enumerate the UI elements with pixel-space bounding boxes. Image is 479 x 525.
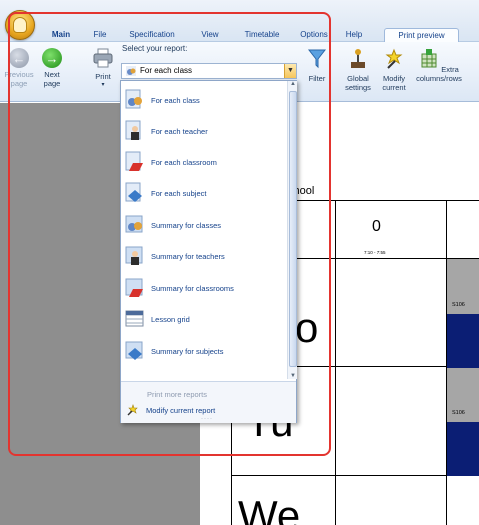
modify-current-report-button[interactable]: Modify current report (127, 404, 215, 416)
tab-file[interactable]: File (88, 28, 112, 42)
tab-main[interactable]: Main (44, 28, 78, 42)
lesson-grid-icon (125, 310, 144, 327)
report-option-lesson-grid[interactable]: Lesson grid (125, 305, 285, 333)
dropdown-footer: Print more reports Modify current report… (121, 381, 296, 423)
global-settings-button[interactable]: Global settings (342, 48, 374, 92)
day-label-monday: o (295, 304, 319, 351)
dropdown-scrollbar[interactable]: ▲ ▼ (287, 81, 297, 379)
report-select-value: For each class (140, 66, 193, 75)
report-option-summary-for-classrooms[interactable]: Summary for classrooms (125, 274, 285, 302)
print-label: Print (95, 72, 111, 81)
lesson-cell (447, 422, 479, 476)
arrow-right-icon: → (42, 48, 62, 68)
report-option-label: Summary for classes (151, 220, 222, 230)
ribbon-tab-strip: Main File Specification View Timetable O… (0, 0, 479, 43)
report-options: For each class For each teacher For each… (121, 81, 287, 379)
period-time: 7:10 - 7:55 (364, 250, 386, 255)
report-dropdown-list: For each class For each teacher For each… (120, 80, 297, 423)
next-page-label: Next page (43, 70, 61, 88)
scrollbar-thumb[interactable] (289, 91, 297, 367)
magic-wand-icon (385, 48, 403, 69)
subject-report-icon (125, 182, 142, 202)
teacher-summary-icon (125, 246, 143, 265)
scroll-down-icon[interactable]: ▼ (288, 373, 298, 379)
print-button[interactable]: Print ▾ (90, 48, 116, 90)
arrow-left-icon: ← (9, 48, 29, 68)
modify-current-label: Modify current (382, 74, 406, 92)
report-option-label: For each class (151, 95, 200, 105)
room-label: S106 (452, 302, 465, 308)
app-logo-icon (13, 17, 27, 33)
lesson-cell (447, 314, 479, 368)
extra-columns-rows-button[interactable]: Extra columns/rows (412, 48, 466, 83)
tab-options[interactable]: Options (296, 28, 332, 42)
room-label: S106 (452, 410, 465, 416)
tab-specification[interactable]: Specification (121, 28, 183, 42)
chevron-down-icon[interactable]: ▼ (284, 64, 296, 78)
report-option-label: Lesson grid (151, 314, 190, 324)
classroom-summary-icon (125, 278, 143, 297)
report-option-for-each-class[interactable]: For each class (125, 86, 285, 114)
subject-summary-icon (125, 341, 143, 360)
global-settings-label: Global settings (345, 74, 371, 92)
next-page-button[interactable]: → Next page (37, 48, 67, 88)
report-option-for-each-teacher[interactable]: For each teacher (125, 117, 285, 145)
magic-wand-icon (127, 404, 138, 416)
resize-grip-icon[interactable]: ···· (201, 416, 213, 422)
report-option-summary-for-classes[interactable]: Summary for classes (125, 211, 285, 239)
filter-button[interactable]: Filter (304, 48, 330, 83)
tab-timetable[interactable]: Timetable (238, 28, 286, 42)
report-option-label: For each teacher (151, 126, 208, 136)
print-dropdown-arrow-icon: ▾ (101, 82, 105, 88)
tab-view[interactable]: View (195, 28, 225, 42)
report-option-label: Summary for subjects (151, 346, 224, 356)
period-number: 0 (372, 218, 381, 235)
tab-help[interactable]: Help (342, 28, 366, 42)
filter-funnel-icon (307, 49, 327, 69)
modify-current-button[interactable]: Modify current (376, 48, 412, 92)
report-option-summary-for-teachers[interactable]: Summary for teachers (125, 242, 285, 270)
classroom-report-icon (125, 151, 143, 171)
report-option-label: For each classroom (151, 157, 217, 167)
tab-print-preview[interactable]: Print preview (384, 28, 459, 43)
class-summary-icon (125, 215, 143, 233)
report-option-label: Summary for teachers (151, 251, 225, 261)
print-more-reports-label: Print more reports (147, 390, 208, 399)
printer-icon (93, 48, 113, 68)
table-plus-icon (421, 49, 437, 68)
select-report-label: Select your report: (122, 44, 188, 53)
report-option-label: Summary for classrooms (151, 283, 234, 293)
settings-tools-icon (351, 49, 365, 68)
previous-page-button[interactable]: ← Previous page (4, 48, 34, 88)
report-option-for-each-classroom[interactable]: For each classroom (125, 148, 285, 176)
report-option-summary-for-subjects[interactable]: Summary for subjects (125, 337, 285, 365)
previous-page-label: Previous page (4, 70, 34, 88)
class-report-icon (126, 66, 136, 76)
modify-current-report-label: Modify current report (146, 405, 216, 415)
report-select-combobox[interactable]: For each class ▼ (121, 63, 297, 79)
grid-line (231, 475, 479, 476)
day-label-wednesday: We (238, 492, 301, 525)
report-option-label: For each subject (151, 188, 207, 198)
class-report-icon (125, 89, 142, 109)
application-menu-button[interactable] (5, 10, 35, 40)
filter-label: Filter (308, 74, 326, 83)
teacher-report-icon (125, 120, 141, 140)
scroll-up-icon[interactable]: ▲ (288, 81, 298, 87)
grid-line (335, 200, 336, 525)
report-option-for-each-subject[interactable]: For each subject (125, 179, 285, 207)
